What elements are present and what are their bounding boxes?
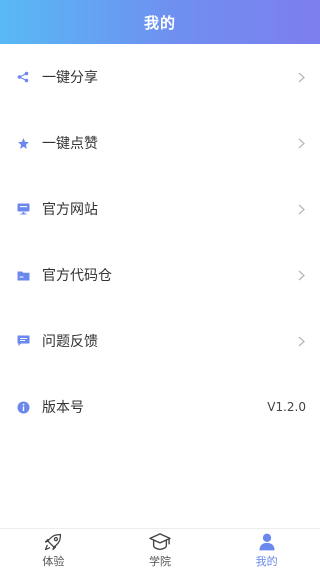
tab-academy[interactable]: 学院: [107, 529, 214, 569]
graduation-cap-icon: [149, 532, 171, 552]
chevron-right-icon: [296, 136, 306, 150]
version-value: V1.2.0: [267, 400, 306, 414]
tab-label: 学院: [149, 555, 171, 568]
tab-label: 体验: [42, 555, 65, 568]
app-header: 我的: [0, 0, 320, 44]
user-icon: [257, 532, 277, 552]
menu-item-version: 版本号 V1.2.0: [0, 374, 320, 440]
tab-mine[interactable]: 我的: [213, 529, 320, 569]
menu-item-label: 版本号: [42, 400, 84, 416]
menu-item-label: 一键点赞: [42, 136, 98, 152]
share-icon: [16, 70, 30, 84]
chevron-right-icon: [296, 334, 306, 348]
star-icon: [16, 136, 30, 150]
menu-item-label: 官方代码仓: [42, 268, 112, 284]
menu-item-like[interactable]: 一键点赞: [0, 110, 320, 176]
chevron-right-icon: [296, 70, 306, 84]
menu-item-website[interactable]: 官方网站: [0, 176, 320, 242]
page-title: 我的: [143, 13, 176, 32]
chevron-right-icon: [296, 268, 306, 282]
menu-item-feedback[interactable]: 问题反馈: [0, 308, 320, 374]
tab-label: 我的: [255, 555, 278, 568]
monitor-icon: [16, 202, 30, 216]
menu-item-label: 一键分享: [42, 70, 98, 86]
rocket-icon: [43, 532, 63, 552]
message-icon: [16, 334, 30, 348]
menu-item-share[interactable]: 一键分享: [0, 44, 320, 110]
info-icon: [16, 400, 30, 414]
menu-item-code-repo[interactable]: 官方代码仓: [0, 242, 320, 308]
settings-menu: 一键分享 一键点赞 官方网站 官方代码仓 问题反馈 版本号 V1.2.0: [0, 44, 320, 440]
bottom-tab-bar: 体验 学院 我的: [0, 528, 320, 569]
menu-item-label: 问题反馈: [42, 334, 98, 350]
tab-experience[interactable]: 体验: [0, 529, 107, 569]
menu-item-label: 官方网站: [42, 202, 98, 218]
folder-icon: [16, 268, 30, 282]
chevron-right-icon: [296, 202, 306, 216]
